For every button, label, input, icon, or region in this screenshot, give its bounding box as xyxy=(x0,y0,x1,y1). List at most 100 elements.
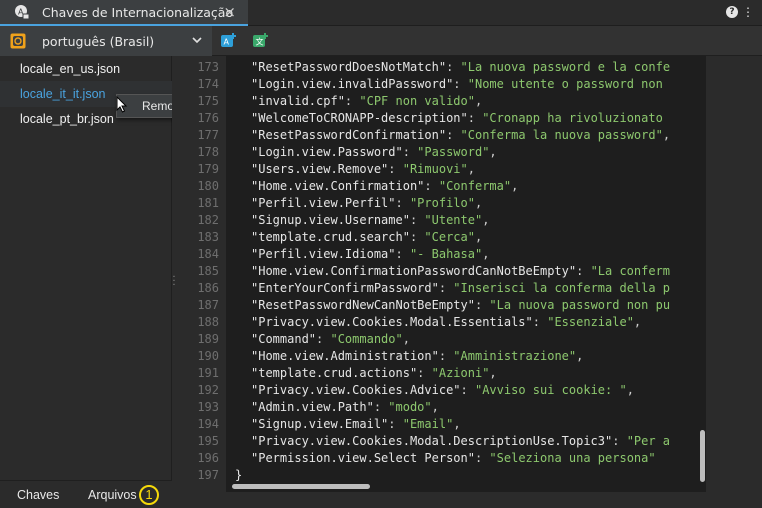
json-value: "Cronapp ha rivoluzionato xyxy=(482,111,663,125)
json-value: "La conferm xyxy=(590,264,671,278)
code-text: "Home.view.ConfirmationPasswordCanNotBeE… xyxy=(251,263,670,280)
language-select[interactable]: português (Brasil) xyxy=(0,26,212,56)
close-tab-icon[interactable]: × xyxy=(223,3,236,21)
json-colon: : xyxy=(438,281,454,295)
code-line: 177 "ResetPasswordConfirmation": "Conferm… xyxy=(176,127,706,144)
json-colon: : xyxy=(446,128,461,142)
chevron-down-icon xyxy=(190,33,204,47)
json-value: "Cerca" xyxy=(424,230,475,244)
json-editor[interactable]: 173 "ResetPasswordDoesNotMatch": "La nuov… xyxy=(176,56,706,492)
line-number: 175 xyxy=(197,94,219,108)
json-value: "Email" xyxy=(402,417,454,431)
json-separator: , xyxy=(662,128,671,142)
json-value: "Per a xyxy=(626,434,671,448)
sidebar-bottom-tabs: Chaves Arquivos 1 xyxy=(0,480,172,508)
add-locale-icon: 文 xyxy=(253,33,268,47)
json-key: "Perfil.view.Perfil" xyxy=(251,196,396,210)
code-text: "Perfil.view.Idioma": "- Bahasa", xyxy=(251,246,489,263)
json-value: "Essenziale" xyxy=(547,315,634,329)
code-line: 192 "Privacy.view.Cookies.Advice": "Avvis… xyxy=(176,382,706,399)
line-number: 177 xyxy=(197,128,219,142)
code-text: "Users.view.Remove": "Rimuovi", xyxy=(251,161,475,178)
json-colon: : xyxy=(460,383,475,397)
tab-keys[interactable]: Chaves xyxy=(17,481,59,508)
code-text: "invalid.cpf": "CPF non valido", xyxy=(251,93,482,110)
code-text: "Privacy.view.Cookies.Modal.DescriptionU… xyxy=(251,433,670,450)
json-key: "WelcomeToCRONAPP-description" xyxy=(251,111,468,125)
code-text: "Login.view.invalidPassword": "Nome uten… xyxy=(251,76,670,93)
json-key: "Login.view.Password" xyxy=(251,145,403,159)
line-number: 178 xyxy=(197,145,219,159)
code-line: 186 "EnterYourConfirmPassword": "Inserisc… xyxy=(176,280,706,297)
locale-icon xyxy=(10,33,26,49)
json-key: "Command" xyxy=(251,332,317,346)
json-value: "La nuova password e la confe xyxy=(460,60,671,74)
vertical-scrollbar[interactable] xyxy=(700,430,705,482)
json-value: "Inserisci la conferma della p xyxy=(453,281,671,295)
json-colon: : xyxy=(409,230,425,244)
svg-text:文: 文 xyxy=(256,37,264,47)
help-icon[interactable]: ? xyxy=(726,6,738,18)
code-text: "ResetPasswordDoesNotMatch": "La nuova p… xyxy=(251,59,670,76)
code-line: 188 "Privacy.view.Cookies.Modal.Essential… xyxy=(176,314,706,331)
json-colon: : xyxy=(388,162,403,176)
json-value: "Conferma la nuova password" xyxy=(460,128,663,142)
code-line: 174 "Login.view.invalidPassword": "Nome u… xyxy=(176,76,706,93)
code-line: 176 "WelcomeToCRONAPP-description": "Cron… xyxy=(176,110,706,127)
json-value: "Conferma" xyxy=(438,179,512,193)
json-separator: , xyxy=(633,315,642,329)
json-value: "Amministrazione" xyxy=(453,349,577,363)
line-number: 188 xyxy=(197,315,219,329)
json-key: "Permission.view.Select Person" xyxy=(251,451,475,465)
json-separator: , xyxy=(489,366,497,380)
svg-text:A: A xyxy=(224,38,230,47)
right-panel xyxy=(706,56,762,508)
json-colon: : xyxy=(532,315,548,329)
mouse-cursor-icon xyxy=(116,95,128,114)
line-number: 196 xyxy=(197,451,219,465)
code-text: "ResetPasswordNewCanNotBeEmpty": "La nuo… xyxy=(251,297,670,314)
more-menu-icon[interactable]: ⋮ xyxy=(742,6,754,18)
json-key: "Admin.view.Path" xyxy=(251,400,374,414)
title-bar: A Chaves de Internacionalização × ? ⋮ xyxy=(0,0,762,26)
line-number: 184 xyxy=(197,247,219,261)
tab-internationalization-keys[interactable]: A Chaves de Internacionalização × xyxy=(0,0,248,26)
json-separator: , xyxy=(489,145,497,159)
code-text: "Privacy.view.Cookies.Modal.Essentials":… xyxy=(251,314,641,331)
json-value: "Utente" xyxy=(424,213,483,227)
tab-files[interactable]: Arquivos xyxy=(88,481,137,508)
json-key: "ResetPasswordNewCanNotBeEmpty" xyxy=(251,298,475,312)
code-text: "template.crud.actions": "Azioni", xyxy=(251,365,497,382)
json-separator: , xyxy=(402,332,410,346)
file-item-en-us[interactable]: locale_en_us.json xyxy=(0,56,172,82)
json-colon: : xyxy=(438,349,454,363)
line-number: 182 xyxy=(197,213,219,227)
json-separator: , xyxy=(467,162,475,176)
code-line: 190 "Home.view.Administration": "Amminist… xyxy=(176,348,706,365)
code-text: } xyxy=(235,467,242,484)
json-value: "La nuova password non pu xyxy=(489,298,671,312)
line-number: 185 xyxy=(197,264,219,278)
code-line: 195 "Privacy.view.Cookies.Modal.Descripti… xyxy=(176,433,706,450)
code-text: "ResetPasswordConfirmation": "Conferma l… xyxy=(251,127,670,144)
json-colon: : xyxy=(467,111,483,125)
code-line: 197} xyxy=(176,467,706,484)
editor-bottom-strip xyxy=(176,492,706,508)
code-text: "Home.view.Confirmation": "Conferma", xyxy=(251,178,518,195)
add-language-button[interactable]: 文 xyxy=(252,31,272,51)
line-number: 186 xyxy=(197,281,219,295)
language-label: português (Brasil) xyxy=(42,33,155,49)
horizontal-scrollbar[interactable] xyxy=(232,484,370,489)
json-key: "template.crud.search" xyxy=(251,230,410,244)
code-text: "Signup.view.Email": "Email", xyxy=(251,416,461,433)
json-colon: : xyxy=(395,247,410,261)
code-line: 173 "ResetPasswordDoesNotMatch": "La nuov… xyxy=(176,59,706,76)
json-key: "Privacy.view.Cookies.Modal.Essentials" xyxy=(251,315,533,329)
code-line: 182 "Signup.view.Username": "Utente", xyxy=(176,212,706,229)
json-colon: : xyxy=(424,179,439,193)
add-translation-icon: A xyxy=(221,33,236,47)
json-separator: , xyxy=(453,417,461,431)
json-value: "Nome utente o password non xyxy=(467,77,671,91)
add-key-button[interactable]: A xyxy=(220,31,240,51)
translate-icon: A xyxy=(14,4,30,20)
